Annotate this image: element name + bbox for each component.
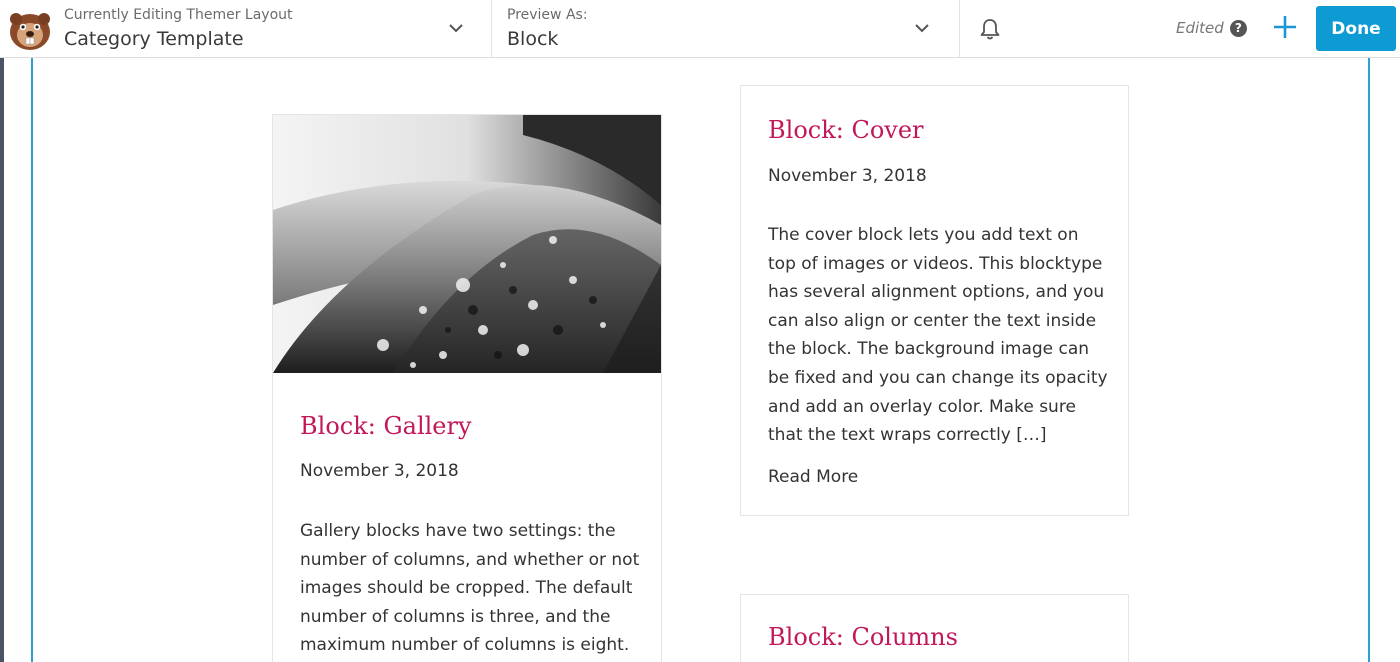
featured-image-graphic <box>273 115 661 373</box>
chevron-down-icon[interactable] <box>446 18 466 38</box>
layout-label: Currently Editing Themer Layout <box>64 7 293 23</box>
beaver-logo-icon[interactable] <box>4 5 56 53</box>
edit-status: Edited ? <box>1176 19 1247 37</box>
post-title[interactable]: Block: Cover <box>768 116 924 144</box>
post-date: November 3, 2018 <box>768 166 927 186</box>
read-more-link[interactable]: Read More <box>768 467 858 487</box>
plus-icon[interactable] <box>1270 12 1300 42</box>
post-date: November 3, 2018 <box>300 461 459 481</box>
preview-value: Block <box>507 28 559 50</box>
post-card-cover[interactable]: Block: Cover November 3, 2018 The cover … <box>740 85 1129 516</box>
bell-icon[interactable] <box>976 15 1004 43</box>
post-title[interactable]: Block: Columns <box>768 623 958 651</box>
layout-selector[interactable]: Currently Editing Themer Layout Category… <box>64 0 492 58</box>
post-excerpt: Gallery blocks have two settings: the nu… <box>300 521 640 656</box>
post-excerpt: The cover block lets you add text on top… <box>768 225 1108 446</box>
post-featured-image[interactable] <box>273 115 661 373</box>
preview-as-selector[interactable]: Preview As: Block <box>493 0 960 58</box>
question-circle-icon[interactable]: ? <box>1229 19 1247 37</box>
edit-status-text: Edited <box>1176 19 1224 37</box>
preview-label: Preview As: <box>507 7 588 23</box>
post-card-gallery[interactable]: Block: Gallery November 3, 2018 Gallery … <box>272 114 662 662</box>
post-card-columns[interactable]: Block: Columns <box>740 594 1129 662</box>
chevron-down-icon[interactable] <box>912 18 932 38</box>
builder-toolbar: Currently Editing Themer Layout Category… <box>0 0 1400 58</box>
done-button[interactable]: Done <box>1316 6 1396 51</box>
layout-value: Category Template <box>64 28 244 50</box>
post-title[interactable]: Block: Gallery <box>300 412 472 440</box>
row-outline[interactable] <box>31 58 1370 662</box>
